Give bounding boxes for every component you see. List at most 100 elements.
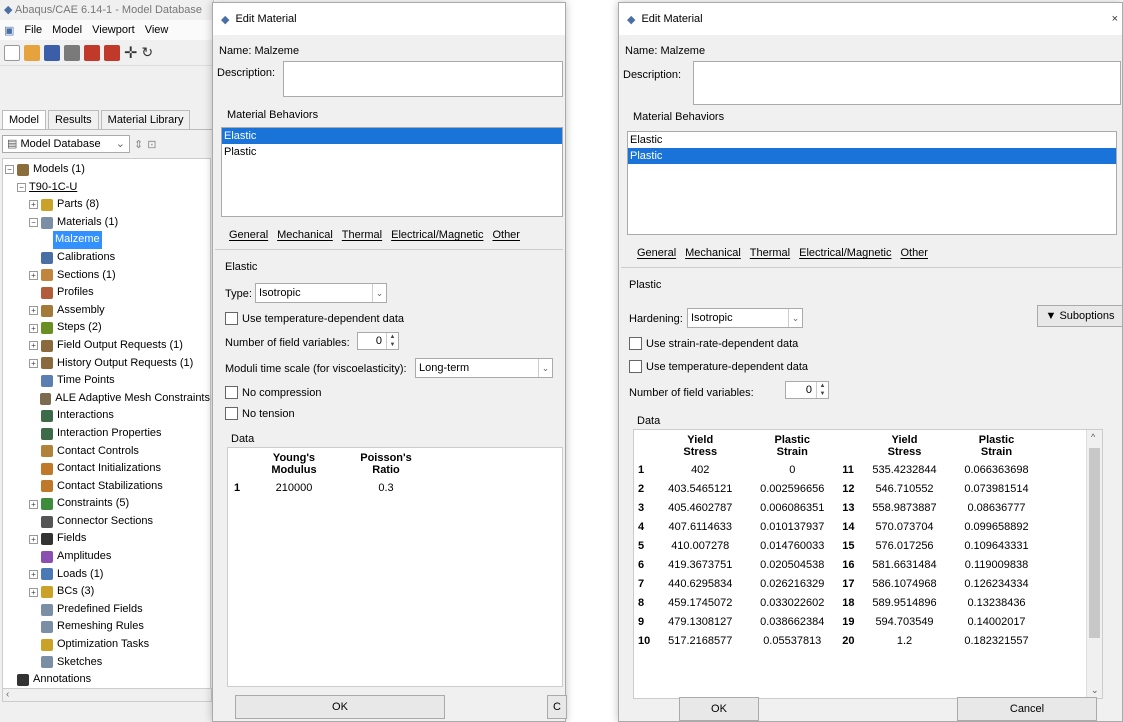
table-cell[interactable]: 1.2 bbox=[859, 631, 951, 650]
table-cell[interactable]: 0.05537813 bbox=[746, 631, 838, 650]
table-row[interactable]: 1 402 0 bbox=[634, 460, 838, 479]
material-behaviors-list[interactable]: Elastic Plastic bbox=[221, 127, 563, 217]
new-file-icon[interactable] bbox=[4, 44, 20, 61]
expand-icon[interactable]: + bbox=[29, 499, 38, 509]
vertical-scrollbar[interactable]: ^ ⌄ bbox=[1086, 430, 1102, 698]
table-cell[interactable]: 594.703549 bbox=[859, 612, 951, 631]
tree-node[interactable]: Contact Initializations bbox=[3, 460, 210, 478]
menu-model[interactable]: Model bbox=[52, 24, 82, 36]
table-row[interactable]: 15 576.017256 0.109643331 bbox=[838, 536, 1042, 555]
tree-node[interactable]: Sketches bbox=[3, 654, 210, 672]
checkbox-box[interactable] bbox=[225, 386, 238, 399]
table-cell[interactable]: 0.3 bbox=[340, 478, 432, 497]
database-combo[interactable]: ▤ Model Database ⌄ bbox=[2, 135, 130, 153]
suboptions-button[interactable]: ▼ Suboptions bbox=[1037, 305, 1123, 327]
tree-node[interactable]: + Parts (8) bbox=[3, 196, 210, 214]
menu-other[interactable]: Other bbox=[492, 229, 520, 241]
menu-thermal[interactable]: Thermal bbox=[750, 247, 790, 259]
tree-node[interactable]: Interaction Properties bbox=[3, 425, 210, 443]
save-icon[interactable] bbox=[44, 44, 60, 61]
tree-node[interactable]: ALE Adaptive Mesh Constraints bbox=[3, 390, 210, 408]
table-cell[interactable]: 0.002596656 bbox=[746, 479, 838, 498]
table-cell[interactable]: 210000 bbox=[248, 478, 340, 497]
export-icon[interactable] bbox=[104, 44, 120, 61]
rotate-icon[interactable]: ↻ bbox=[141, 44, 153, 61]
table-row[interactable]: 5 410.007278 0.014760033 bbox=[634, 536, 838, 555]
sort-icon[interactable]: ⇕ bbox=[134, 138, 143, 151]
menu-viewport[interactable]: Viewport bbox=[92, 24, 135, 36]
table-cell[interactable]: 410.007278 bbox=[654, 536, 746, 555]
menu-other[interactable]: Other bbox=[900, 247, 928, 259]
tree-node[interactable]: Contact Controls bbox=[3, 443, 210, 461]
table-cell[interactable]: 0.033022602 bbox=[746, 593, 838, 612]
behavior-plastic[interactable]: Plastic bbox=[222, 144, 562, 160]
menu-mechanical[interactable]: Mechanical bbox=[277, 229, 333, 241]
filter-icon[interactable]: ⊡ bbox=[147, 138, 156, 151]
table-row[interactable]: 9 479.1308127 0.038662384 bbox=[634, 612, 838, 631]
tree-node[interactable]: + Constraints (5) bbox=[3, 495, 210, 513]
tree-node[interactable]: Contact Stabilizations bbox=[3, 478, 210, 496]
table-cell[interactable]: 403.5465121 bbox=[654, 479, 746, 498]
checkbox-box[interactable] bbox=[629, 360, 642, 373]
table-cell[interactable]: 407.6114633 bbox=[654, 517, 746, 536]
menu-electrical-magnetic[interactable]: Electrical/Magnetic bbox=[391, 229, 483, 241]
tree-node[interactable]: Time Points bbox=[3, 372, 210, 390]
expand-icon[interactable]: + bbox=[29, 306, 38, 316]
table-cell[interactable]: 402 bbox=[654, 460, 746, 479]
table-row[interactable]: 1 210000 0.3 bbox=[230, 478, 432, 497]
type-combo[interactable]: Isotropic ⌄ bbox=[255, 283, 387, 303]
tab-model[interactable]: Model bbox=[2, 110, 46, 129]
table-row[interactable]: 8 459.1745072 0.033022602 bbox=[634, 593, 838, 612]
table-cell[interactable]: 0 bbox=[746, 460, 838, 479]
scroll-thumb[interactable] bbox=[1089, 448, 1100, 638]
window-menu-icon[interactable]: ▣ bbox=[4, 24, 14, 37]
table-cell[interactable]: 0.038662384 bbox=[746, 612, 838, 631]
table-row[interactable]: 12 546.710552 0.073981514 bbox=[838, 479, 1042, 498]
collapse-icon[interactable]: − bbox=[29, 218, 38, 228]
plastic-data-table[interactable]: Yield Stress Plastic Strain 1 402 0 2 403.546512… bbox=[633, 429, 1103, 699]
tree-node[interactable]: + Fields bbox=[3, 530, 210, 548]
tree-node[interactable]: + BCs (3) bbox=[3, 583, 210, 601]
tree-node[interactable]: + Steps (2) bbox=[3, 319, 210, 337]
tab-material-library[interactable]: Material Library bbox=[100, 110, 191, 129]
tree-node[interactable]: Calibrations bbox=[3, 249, 210, 267]
close-icon[interactable]: × bbox=[1112, 13, 1118, 25]
expand-icon[interactable]: + bbox=[29, 534, 38, 544]
tree-node[interactable]: Interactions bbox=[3, 407, 210, 425]
table-row[interactable]: 2 403.5465121 0.002596656 bbox=[634, 479, 838, 498]
tree-node[interactable]: Amplitudes bbox=[3, 548, 210, 566]
expand-icon[interactable]: + bbox=[29, 270, 38, 280]
ok-button[interactable]: OK bbox=[679, 697, 759, 721]
table-cell[interactable]: 405.4602787 bbox=[654, 498, 746, 517]
expand-icon[interactable]: + bbox=[29, 587, 38, 597]
tree-node[interactable]: Optimization Tasks bbox=[3, 636, 210, 654]
table-cell[interactable]: 0.119009838 bbox=[951, 555, 1043, 574]
tree-node[interactable]: + Field Output Requests (1) bbox=[3, 337, 210, 355]
table-row[interactable]: 6 419.3673751 0.020504538 bbox=[634, 555, 838, 574]
scroll-up-icon[interactable]: ^ bbox=[1091, 432, 1095, 442]
cancel-button[interactable]: C bbox=[547, 695, 567, 719]
table-row[interactable]: 20 1.2 0.182321557 bbox=[838, 631, 1042, 650]
use-temp-checkbox[interactable]: Use temperature-dependent data bbox=[629, 360, 808, 373]
tree-node[interactable]: + Sections (1) bbox=[3, 267, 210, 285]
menu-general[interactable]: General bbox=[229, 229, 268, 241]
import-icon[interactable] bbox=[84, 44, 100, 61]
table-cell[interactable]: 0.099658892 bbox=[951, 517, 1043, 536]
expand-icon[interactable]: + bbox=[29, 341, 38, 351]
table-row[interactable]: 3 405.4602787 0.006086351 bbox=[634, 498, 838, 517]
tab-results[interactable]: Results bbox=[47, 110, 99, 129]
menu-file[interactable]: File bbox=[24, 24, 42, 36]
tree-node[interactable]: Remeshing Rules bbox=[3, 618, 210, 636]
tree-node[interactable]: − T90-1C-U bbox=[3, 179, 210, 197]
table-cell[interactable]: 0.073981514 bbox=[951, 479, 1043, 498]
tree-node[interactable]: Annotations bbox=[3, 671, 210, 689]
table-cell[interactable]: 0.14002017 bbox=[951, 612, 1043, 631]
collapse-icon[interactable]: − bbox=[17, 182, 26, 192]
checkbox-box[interactable] bbox=[225, 312, 238, 325]
menu-thermal[interactable]: Thermal bbox=[342, 229, 382, 241]
tree-node[interactable]: Profiles bbox=[3, 284, 210, 302]
table-row[interactable]: 14 570.073704 0.099658892 bbox=[838, 517, 1042, 536]
table-cell[interactable]: 576.017256 bbox=[859, 536, 951, 555]
table-cell[interactable]: 459.1745072 bbox=[654, 593, 746, 612]
menu-electrical-magnetic[interactable]: Electrical/Magnetic bbox=[799, 247, 891, 259]
